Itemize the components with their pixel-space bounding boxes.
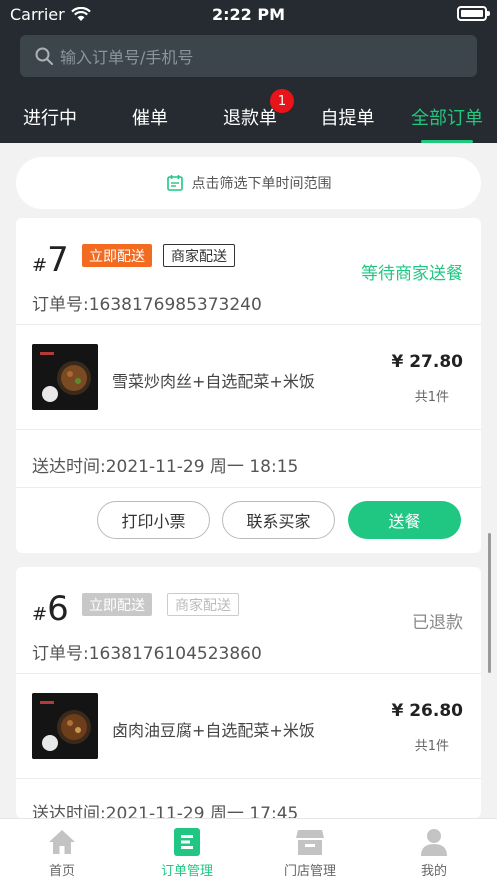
filter-label: 点击筛选下单时间范围: [191, 176, 332, 192]
status-bar: Carrier 2:22 PM: [0, 0, 497, 30]
divider: [16, 778, 481, 779]
search-icon: [35, 47, 53, 65]
divider: [16, 324, 481, 325]
divider: [16, 429, 481, 430]
refund-count-badge: 1: [270, 89, 294, 113]
order-status: 等待商家送餐: [361, 264, 463, 284]
tab-urge[interactable]: 催单: [110, 90, 190, 143]
order-tabs: 进行中 催单 退款单 1 自提单 全部订单: [0, 89, 497, 143]
search-placeholder: 输入订单号/手机号: [60, 48, 194, 67]
bottom-nav: 首页 订单管理 门店管理 我的: [0, 818, 497, 883]
active-tab-indicator: [421, 140, 473, 143]
instant-delivery-tag: 立即配送: [82, 244, 152, 267]
battery-icon: [457, 6, 490, 21]
divider: [16, 673, 481, 674]
scrollbar[interactable]: [488, 533, 491, 673]
contact-buyer-button[interactable]: 联系买家: [222, 501, 335, 539]
search-input[interactable]: 输入订单号/手机号: [20, 35, 477, 77]
store-icon: [296, 830, 324, 855]
dish-name: 雪菜炒肉丝+自选配菜+米饭: [112, 372, 315, 391]
date-filter-button[interactable]: 点击筛选下单时间范围: [16, 157, 481, 209]
nav-store[interactable]: 门店管理: [260, 819, 360, 883]
order-card[interactable]: #6 立即配送 商家配送 已退款 订单号:1638176104523860 卤肉…: [16, 567, 481, 818]
orders-icon: [174, 828, 200, 856]
header: Carrier 2:22 PM 输入订单号/手机号 进行中 催单 退款单 1 自: [0, 0, 497, 143]
nav-profile[interactable]: 我的: [384, 819, 484, 883]
dish-quantity: 共1件: [414, 739, 449, 754]
nav-home[interactable]: 首页: [12, 819, 112, 883]
nav-orders[interactable]: 订单管理: [137, 819, 237, 883]
order-number: #6: [32, 589, 69, 629]
order-id: 订单号:1638176985373240: [32, 295, 262, 315]
delivery-time: 送达时间:2021-11-29 周一 17:45: [32, 804, 299, 818]
dish-name: 卤肉油豆腐+自选配菜+米饭: [112, 721, 315, 740]
clock: 2:22 PM: [211, 5, 285, 24]
order-card[interactable]: #7 立即配送 商家配送 等待商家送餐 订单号:1638176985373240…: [16, 218, 481, 553]
delivery-time: 送达时间:2021-11-29 周一 18:15: [32, 457, 299, 477]
calendar-icon: [166, 175, 183, 191]
tab-in-progress[interactable]: 进行中: [10, 90, 90, 143]
home-icon: [49, 830, 75, 854]
profile-icon: [421, 829, 447, 856]
order-number: #7: [32, 240, 69, 280]
dish-price: ¥ 26.80: [391, 701, 463, 721]
order-id: 订单号:1638176104523860: [32, 644, 262, 664]
dish-thumbnail: [32, 344, 98, 410]
dish-price: ¥ 27.80: [391, 352, 463, 372]
print-receipt-button[interactable]: 打印小票: [97, 501, 210, 539]
instant-delivery-tag: 立即配送: [82, 593, 152, 616]
order-status: 已退款: [412, 613, 463, 633]
deliver-button[interactable]: 送餐: [348, 501, 461, 539]
dish-quantity: 共1件: [414, 390, 449, 405]
tab-all-orders[interactable]: 全部订单: [402, 90, 492, 143]
merchant-delivery-tag: 商家配送: [163, 244, 235, 267]
merchant-delivery-tag: 商家配送: [167, 593, 239, 616]
dish-thumbnail: [32, 693, 98, 759]
divider: [16, 487, 481, 488]
tab-pickup[interactable]: 自提单: [305, 90, 390, 143]
